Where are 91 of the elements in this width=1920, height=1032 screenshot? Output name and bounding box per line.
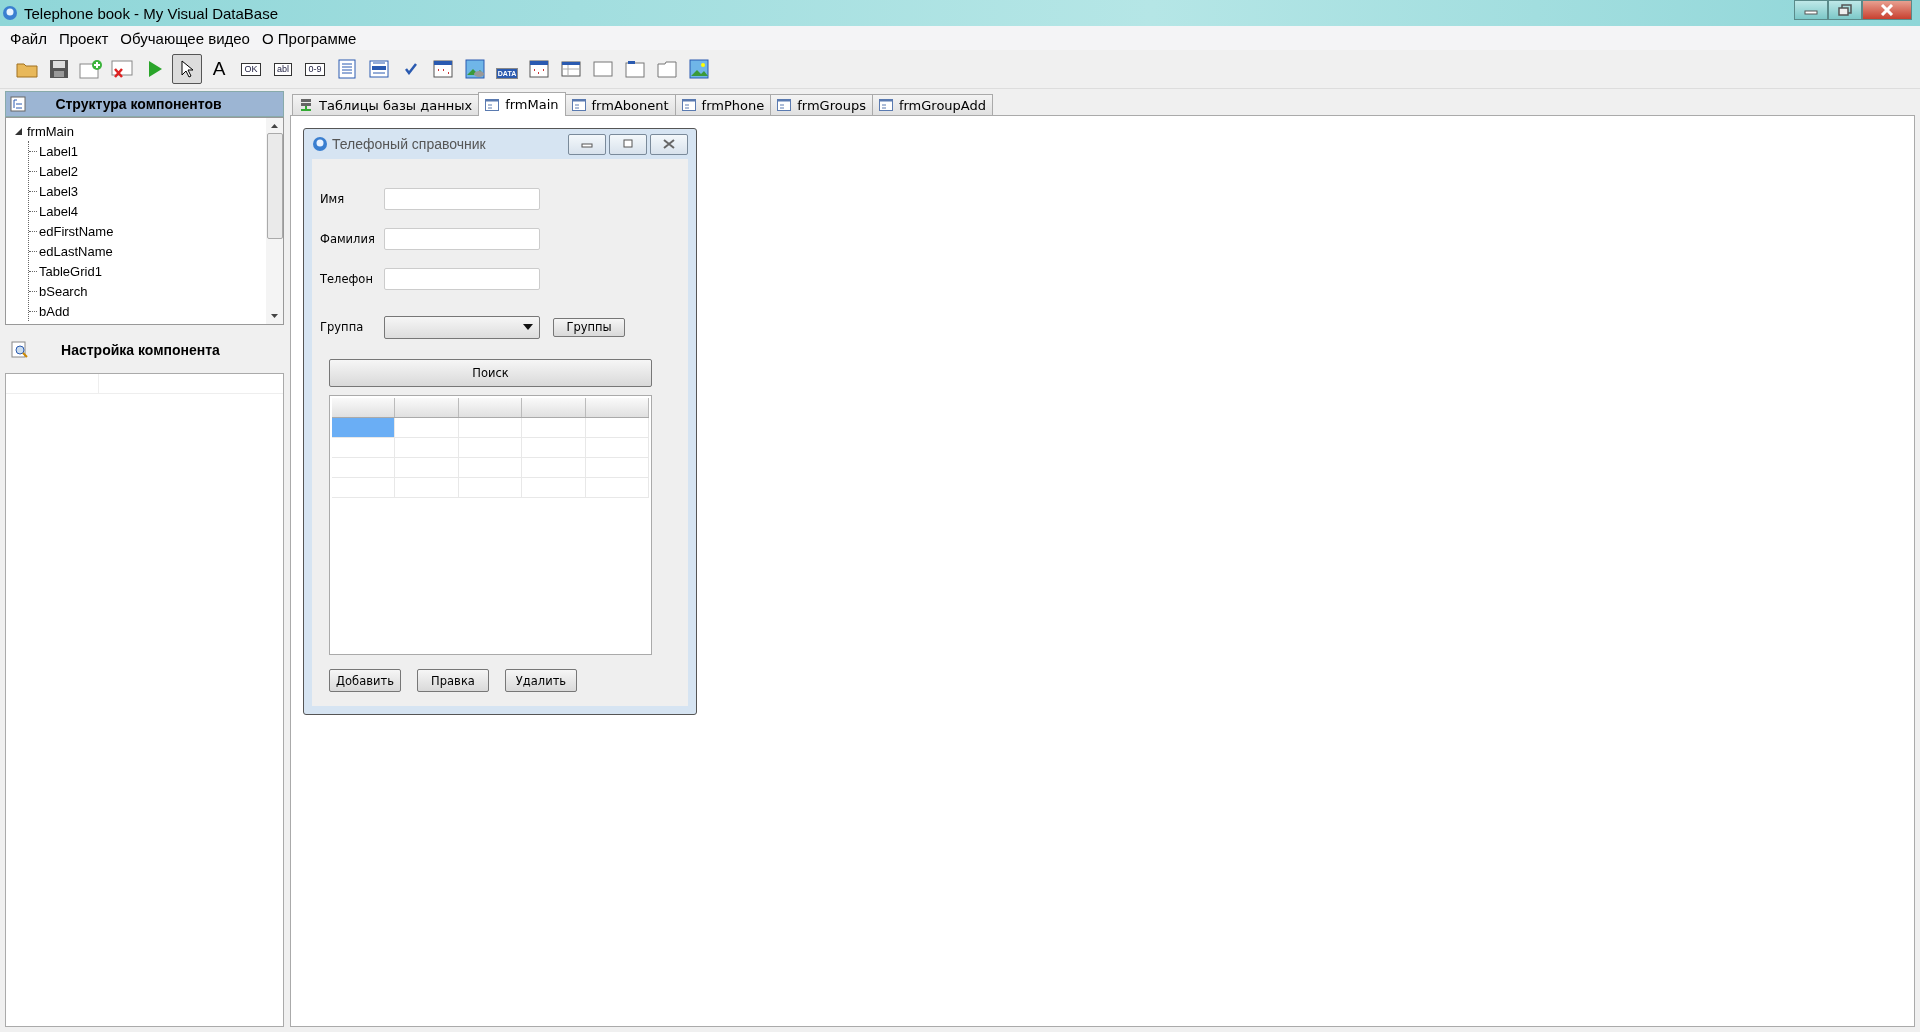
scrollbar[interactable] [266,118,283,324]
close-button[interactable] [650,133,688,155]
tool-button[interactable]: OK [236,54,266,84]
close-icon [1880,4,1894,16]
tool-button[interactable]: 0-9 [300,54,330,84]
app-logo-icon [2,5,18,21]
menu-item[interactable]: О Программе [255,29,363,47]
dropdown-arrow-icon[interactable] [523,324,533,330]
tree-item[interactable]: bAdd [39,303,70,319]
maximize-icon [623,139,633,149]
form-icon [878,99,893,111]
panel-title: Структура компонентов [54,96,223,112]
search-button[interactable]: Поиск [329,359,652,387]
folder-icon [16,60,38,78]
tab[interactable]: frmGroupAdd [871,94,994,115]
tab-panel-icon [625,60,645,78]
minimize-button[interactable] [1794,0,1828,20]
window-plus-icon [79,59,103,79]
field-label: Фамилия [320,232,376,246]
table-icon [561,61,581,77]
menu-item[interactable]: Файл [4,29,53,47]
play-icon [146,59,164,79]
checkmark-icon [404,63,418,75]
form-icon [777,99,792,111]
expanded-arrow-icon[interactable] [14,126,23,136]
field-label: Имя [320,192,346,206]
scroll-up-icon[interactable] [270,123,279,129]
tree-item[interactable]: Label3 [39,183,79,199]
tab[interactable]: frmMain [478,92,566,116]
tree-structure-icon [10,96,26,112]
minimize-icon [581,140,593,148]
window-title: Telephone book - My Visual DataBase [24,4,279,22]
rectangle-icon [593,61,613,77]
text-field[interactable] [384,188,540,210]
tree-item[interactable]: edLastName [39,243,113,259]
scroll-down-icon[interactable] [270,313,279,319]
text-field[interactable] [384,268,540,290]
tree-item[interactable]: bSearch [39,283,88,299]
tree-item[interactable]: edFirstName [39,223,114,239]
database-icon [299,98,313,112]
inspect-icon [11,341,29,359]
tree-item[interactable]: frmMain [27,123,74,139]
tree-item[interactable]: TableGrid1 [39,263,102,279]
calendar-icon [529,60,549,78]
image-icon [689,59,709,79]
image-database-icon [465,59,485,79]
tool-button[interactable] [172,54,202,84]
tab[interactable]: frmAbonent [564,94,676,115]
window-cross-icon [111,59,135,79]
scrollbar-thumb[interactable] [266,133,283,239]
text-field[interactable] [384,228,540,250]
column-header[interactable] [332,398,396,417]
field-label: Телефон [320,272,374,286]
text-lines-icon [338,59,356,79]
groups-button[interactable]: Группы [553,317,625,337]
form-icon [571,99,586,111]
form-icon [485,98,500,111]
column-header[interactable] [395,398,459,417]
minimize-button[interactable] [568,133,606,155]
tool-button[interactable]: abl [268,54,298,84]
panel-title: Настройка компонента [60,342,221,358]
form-button[interactable]: Добавить [329,669,401,692]
menu-item[interactable]: Обучающее видео [114,29,256,47]
tree-item[interactable]: Label1 [39,143,79,159]
tab[interactable]: frmGroups [770,94,873,115]
tab[interactable]: Таблицы базы данных [292,94,480,115]
column-header[interactable] [458,398,523,417]
column-header[interactable] [585,398,650,417]
group-box-icon [657,60,677,78]
column-header[interactable] [522,398,586,417]
form-button[interactable]: Правка [417,669,489,692]
cursor-icon [178,59,196,79]
app-logo-icon [312,136,328,152]
tree-item[interactable]: Label2 [39,163,79,179]
restore-button[interactable] [1828,0,1862,20]
form-title: Телефоный справочник [332,136,486,152]
tree-item[interactable]: Label4 [39,203,79,219]
maximize-button[interactable] [609,133,647,155]
tab[interactable]: frmPhone [674,94,772,115]
form-button[interactable]: Удалить [505,669,577,692]
menu-item[interactable]: Проект [52,29,115,47]
grid-cell[interactable] [332,418,396,437]
group-dropdown[interactable] [384,315,540,339]
form-icon [681,99,696,111]
close-button[interactable] [1862,0,1912,20]
tool-button[interactable]: A [204,54,234,84]
field-label: Группа [320,320,365,334]
grid-icon [433,60,453,78]
close-icon [663,139,675,149]
restore-icon [1838,4,1852,16]
list-icon [369,60,389,78]
